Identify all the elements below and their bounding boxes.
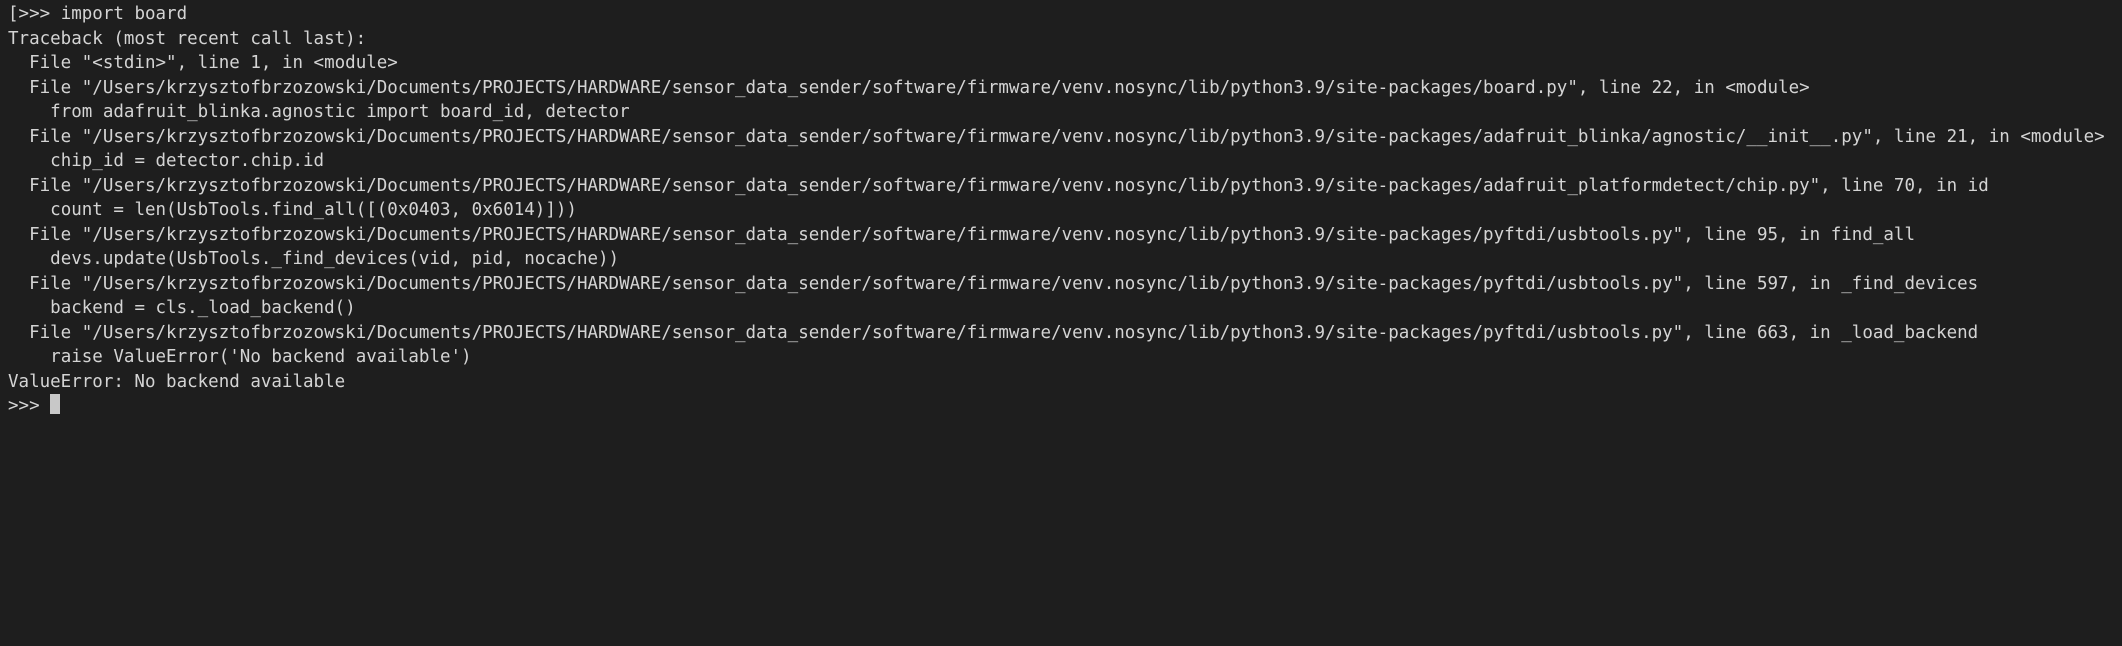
traceback-frame-2-file: File "/Users/krzysztofbrzozowski/Documen… [8, 76, 2114, 101]
prompt-marker: >>> [19, 4, 61, 24]
traceback-frame-1: File "<stdin>", line 1, in <module> [8, 51, 2114, 76]
traceback-frame-6-code: backend = cls._load_backend() [8, 296, 2114, 321]
traceback-frame-3-file: File "/Users/krzysztofbrzozowski/Documen… [8, 125, 2114, 150]
traceback-frame-3-code: chip_id = detector.chip.id [8, 149, 2114, 174]
final-prompt-line: >>> [8, 394, 2114, 419]
traceback-header: Traceback (most recent call last): [8, 27, 2114, 52]
traceback-frame-7-code: raise ValueError('No backend available') [8, 345, 2114, 370]
traceback-frame-2-code: from adafruit_blinka.agnostic import boa… [8, 100, 2114, 125]
traceback-frame-7-file: File "/Users/krzysztofbrzozowski/Documen… [8, 321, 2114, 346]
input-line: [>>> import board [8, 2, 2114, 27]
terminal-output[interactable]: [>>> import boardTraceback (most recent … [0, 0, 2122, 646]
traceback-frame-5-file: File "/Users/krzysztofbrzozowski/Documen… [8, 223, 2114, 248]
command-text: import board [61, 4, 187, 24]
traceback-frame-4-file: File "/Users/krzysztofbrzozowski/Documen… [8, 174, 2114, 199]
cursor [50, 394, 60, 414]
traceback-frame-6-file: File "/Users/krzysztofbrzozowski/Documen… [8, 272, 2114, 297]
traceback-frame-4-code: count = len(UsbTools.find_all([(0x0403, … [8, 198, 2114, 223]
final-prompt-marker: >>> [8, 396, 50, 416]
error-line: ValueError: No backend available [8, 370, 2114, 395]
traceback-frame-5-code: devs.update(UsbTools._find_devices(vid, … [8, 247, 2114, 272]
prompt-bracket-open: [ [8, 4, 19, 24]
